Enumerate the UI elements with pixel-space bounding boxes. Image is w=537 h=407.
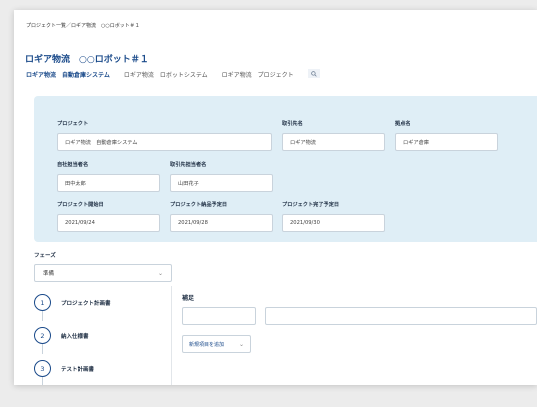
chevron-down-icon: ⌄ — [157, 269, 163, 277]
project-info-panel: プロジェクト ロギア物流 自動倉庫システム 取引先名 ロギア物流 拠点名 ロギア… — [34, 96, 537, 242]
breadcrumb[interactable]: プロジェクト一覧／ロギア物流 ○○ロボット＃１ — [26, 22, 140, 29]
site-field[interactable]: ロギア倉庫 — [395, 133, 498, 151]
add-item-button[interactable]: 新規項目を追加 ⌄ — [182, 335, 251, 353]
phase-label: フェーズ — [34, 253, 56, 259]
delivery-date-field[interactable]: 2021/09/28 — [170, 214, 273, 232]
client-label: 取引先名 — [282, 121, 303, 127]
chevron-down-icon: ⌄ — [238, 340, 244, 348]
tab-robot-system[interactable]: ロギア物流 ロボットシステム — [124, 70, 208, 79]
project-field[interactable]: ロギア物流 自動倉庫システム — [57, 133, 272, 151]
end-date-field[interactable]: 2021/09/30 — [282, 214, 385, 232]
tab-auto-warehouse[interactable]: ロギア物流 自動倉庫システム — [26, 70, 110, 79]
site-label: 拠点名 — [395, 121, 411, 127]
add-item-label: 新規項目を追加 — [189, 341, 225, 348]
client-staff-label: 取引先担当者名 — [170, 162, 207, 168]
phase-select[interactable]: 準備 ⌄ — [34, 264, 172, 282]
column-divider — [171, 286, 172, 385]
page-title: ロギア物流 ○○ロボット＃１ — [25, 55, 149, 65]
client-field[interactable]: ロギア物流 — [282, 133, 385, 151]
step-label: プロジェクト計画書 — [61, 300, 111, 307]
delivery-date-label: プロジェクト納品予定日 — [170, 202, 228, 208]
step-item[interactable]: 1 プロジェクト計画書 — [34, 294, 111, 311]
end-date-label: プロジェクト完了予定日 — [282, 202, 340, 208]
client-staff-field[interactable]: 山田花子 — [170, 174, 273, 192]
supplement-value-input[interactable] — [265, 307, 537, 325]
step-number: 3 — [34, 360, 51, 377]
step-item[interactable]: 2 納入仕様書 — [34, 327, 89, 344]
step-item[interactable]: 3 テスト計画書 — [34, 360, 94, 377]
step-connector — [42, 344, 43, 354]
main-window: プロジェクト一覧／ロギア物流 ○○ロボット＃１ ロギア物流 ○○ロボット＃１ ロ… — [14, 10, 537, 385]
phase-selected-value: 準備 — [43, 271, 55, 277]
project-label: プロジェクト — [57, 121, 89, 127]
step-number: 2 — [34, 327, 51, 344]
step-number: 1 — [34, 294, 51, 311]
step-label: テスト計画書 — [61, 366, 95, 373]
search-icon — [310, 70, 317, 77]
tab-bar: ロギア物流 自動倉庫システム ロギア物流 ロボットシステム ロギア物流 プロジェ… — [26, 69, 320, 79]
start-date-field[interactable]: 2021/09/24 — [57, 214, 160, 232]
search-button[interactable] — [307, 69, 320, 78]
own-staff-label: 自社担当者名 — [57, 162, 89, 168]
tab-project[interactable]: ロギア物流 プロジェクト — [222, 70, 294, 79]
start-date-label: プロジェクト開始日 — [57, 202, 104, 208]
step-connector — [42, 377, 43, 385]
own-staff-field[interactable]: 田中太郎 — [57, 174, 160, 192]
supplement-label: 補足 — [182, 295, 195, 302]
supplement-key-input[interactable] — [182, 307, 256, 325]
step-label: 納入仕様書 — [61, 333, 89, 340]
step-connector — [42, 311, 43, 321]
